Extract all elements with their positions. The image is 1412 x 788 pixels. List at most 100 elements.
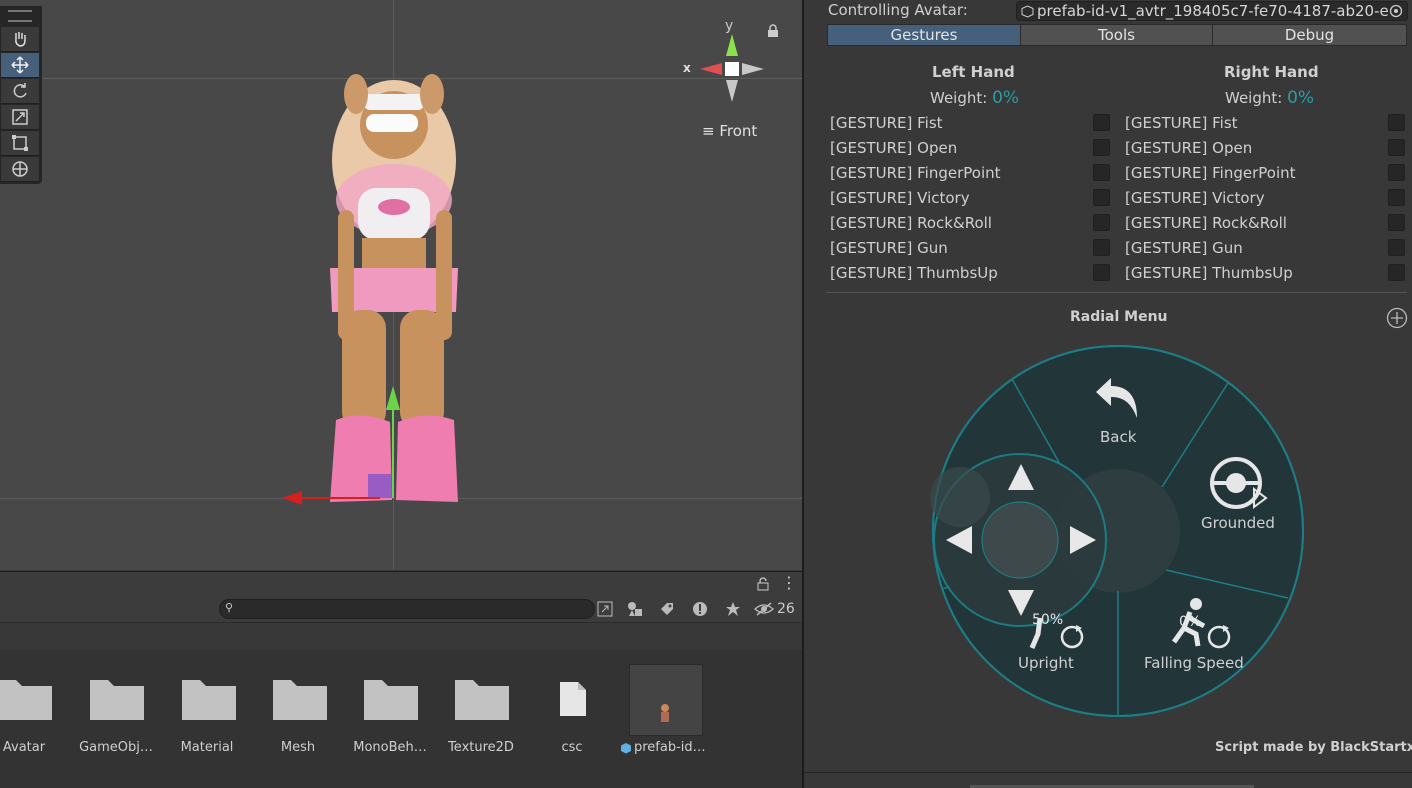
asset-label[interactable]: csc — [526, 740, 618, 755]
right-gesture-checkbox[interactable] — [1388, 189, 1405, 206]
controlling-avatar-value: prefab-id-v1_avtr_198405c7-fe70-4187-ab2… — [1037, 2, 1389, 20]
left-hand-weight: Weight: 0% — [930, 88, 1019, 108]
falling-speed-value: 0% — [1179, 614, 1202, 630]
gizmo-x-label: x — [683, 61, 691, 75]
hand-tool-button[interactable] — [1, 27, 39, 52]
folder-icon[interactable] — [362, 674, 420, 722]
left-gesture-checkbox[interactable] — [1093, 139, 1110, 156]
weight-value: 0% — [1287, 88, 1315, 108]
scene-view[interactable]: y x ≡ Front — [0, 0, 802, 570]
right-gesture-checkbox[interactable] — [1388, 239, 1405, 256]
radial-item-upright-label: Upright — [1018, 654, 1074, 672]
prefab-asset-label[interactable]: prefab-id… — [620, 740, 720, 755]
panel-footer-divider — [804, 772, 1412, 773]
search-icon: ⚲ — [225, 601, 234, 614]
tab-debug[interactable]: Debug — [1212, 24, 1407, 46]
gizmo-y-label: y — [725, 18, 734, 34]
transform-handle[interactable] — [280, 380, 400, 510]
file-icon[interactable] — [558, 680, 588, 718]
object-picker-icon[interactable] — [1389, 4, 1403, 18]
controlling-avatar-field[interactable]: prefab-id-v1_avtr_198405c7-fe70-4187-ab2… — [1016, 1, 1408, 21]
hand-icon — [15, 32, 26, 47]
right-hand-title: Right Hand — [1224, 63, 1319, 81]
left-gesture-checkbox[interactable] — [1093, 239, 1110, 256]
favorites-button[interactable] — [722, 599, 744, 619]
hidden-count: 26 — [777, 601, 795, 617]
asset-label[interactable]: Avatar — [0, 740, 70, 755]
right-gesture-checkbox[interactable] — [1388, 139, 1405, 156]
left-hand-title: Left Hand — [932, 63, 1015, 81]
asset-label[interactable]: Texture2D — [435, 740, 527, 755]
asset-label[interactable]: GameObj… — [70, 740, 162, 755]
transform-tool-button[interactable] — [1, 157, 39, 182]
left-gesture-checkbox[interactable] — [1093, 189, 1110, 206]
grounded-icon[interactable] — [1206, 455, 1276, 515]
weight-value: 0% — [992, 88, 1020, 108]
rotate-tool-button[interactable] — [1, 79, 39, 104]
left-gesture-label: [GESTURE] Gun — [830, 239, 948, 257]
folder-icon[interactable] — [271, 674, 329, 722]
left-gesture-checkbox[interactable] — [1093, 264, 1110, 281]
right-gesture-label: [GESTURE] Open — [1125, 139, 1253, 157]
right-gesture-checkbox[interactable] — [1388, 114, 1405, 131]
right-gesture-label: [GESTURE] Rock&Roll — [1125, 214, 1287, 232]
log-types-button[interactable] — [689, 599, 711, 619]
asset-label[interactable]: Material — [161, 740, 253, 755]
left-gesture-checkbox[interactable] — [1093, 214, 1110, 231]
move-tool-button[interactable] — [1, 53, 39, 78]
back-icon[interactable] — [1093, 372, 1143, 422]
search-window-button[interactable] — [594, 599, 616, 619]
right-gesture-label: [GESTURE] Victory — [1125, 189, 1265, 207]
warning-icon — [693, 602, 707, 616]
left-gesture-label: [GESTURE] Open — [830, 139, 958, 157]
lock-icon[interactable] — [757, 577, 769, 591]
right-gesture-checkbox[interactable] — [1388, 264, 1405, 281]
add-circle-icon[interactable] — [1386, 307, 1408, 329]
left-gesture-label: [GESTURE] FingerPoint — [830, 164, 1001, 182]
tab-tools[interactable]: Tools — [1020, 24, 1213, 46]
right-gesture-checkbox[interactable] — [1388, 164, 1405, 181]
folder-icon[interactable] — [453, 674, 511, 722]
rotate-icon — [13, 83, 27, 98]
right-gesture-checkbox[interactable] — [1388, 214, 1405, 231]
folder-icon[interactable] — [180, 674, 238, 722]
prefab-cube-icon — [1021, 5, 1034, 18]
left-gesture-checkbox[interactable] — [1093, 114, 1110, 131]
folder-icon[interactable] — [88, 674, 146, 722]
right-hand-weight: Weight: 0% — [1225, 88, 1314, 108]
scale-tool-button[interactable] — [1, 105, 39, 130]
left-gesture-label: [GESTURE] Rock&Roll — [830, 214, 992, 232]
upright-value: 50% — [1032, 612, 1064, 628]
radial-item-grounded-label: Grounded — [1201, 514, 1275, 532]
gizmo-axes — [700, 34, 764, 102]
avatar-thumbnail-icon — [661, 704, 669, 722]
prefab-cube-icon — [621, 742, 631, 753]
prefab-thumbnail[interactable] — [629, 664, 703, 736]
search-input[interactable]: ⚲ — [219, 599, 595, 619]
drag-handle-icon[interactable] — [8, 10, 32, 22]
lock-icon[interactable] — [767, 24, 779, 38]
filter-type-button[interactable] — [624, 599, 646, 619]
more-options-icon[interactable]: ⋮ — [781, 573, 797, 592]
weight-label: Weight: — [1225, 89, 1283, 107]
orientation-gizmo[interactable]: y x — [680, 18, 790, 106]
star-icon — [726, 602, 740, 616]
shapes-icon — [628, 602, 642, 616]
folder-icon[interactable] — [0, 674, 54, 722]
section-divider — [826, 292, 1407, 293]
hidden-packages-toggle[interactable]: 26 — [754, 599, 798, 619]
right-gesture-label: [GESTURE] Gun — [1125, 239, 1243, 257]
filter-label-button[interactable] — [656, 599, 678, 619]
tab-gestures[interactable]: Gestures — [827, 24, 1021, 46]
asset-label[interactable]: Mesh — [252, 740, 344, 755]
rect-tool-button[interactable] — [1, 131, 39, 156]
left-gesture-checkbox[interactable] — [1093, 164, 1110, 181]
left-gesture-label: [GESTURE] ThumbsUp — [830, 264, 998, 282]
expand-icon — [597, 601, 613, 617]
left-gesture-label: [GESTURE] Fist — [830, 114, 943, 132]
puppet-joystick[interactable] — [928, 452, 1110, 628]
asset-label[interactable]: MonoBeh… — [344, 740, 436, 755]
right-gesture-label: [GESTURE] FingerPoint — [1125, 164, 1296, 182]
view-orientation-label[interactable]: ≡ Front — [702, 122, 757, 140]
radial-item-back-label: Back — [1100, 428, 1137, 446]
